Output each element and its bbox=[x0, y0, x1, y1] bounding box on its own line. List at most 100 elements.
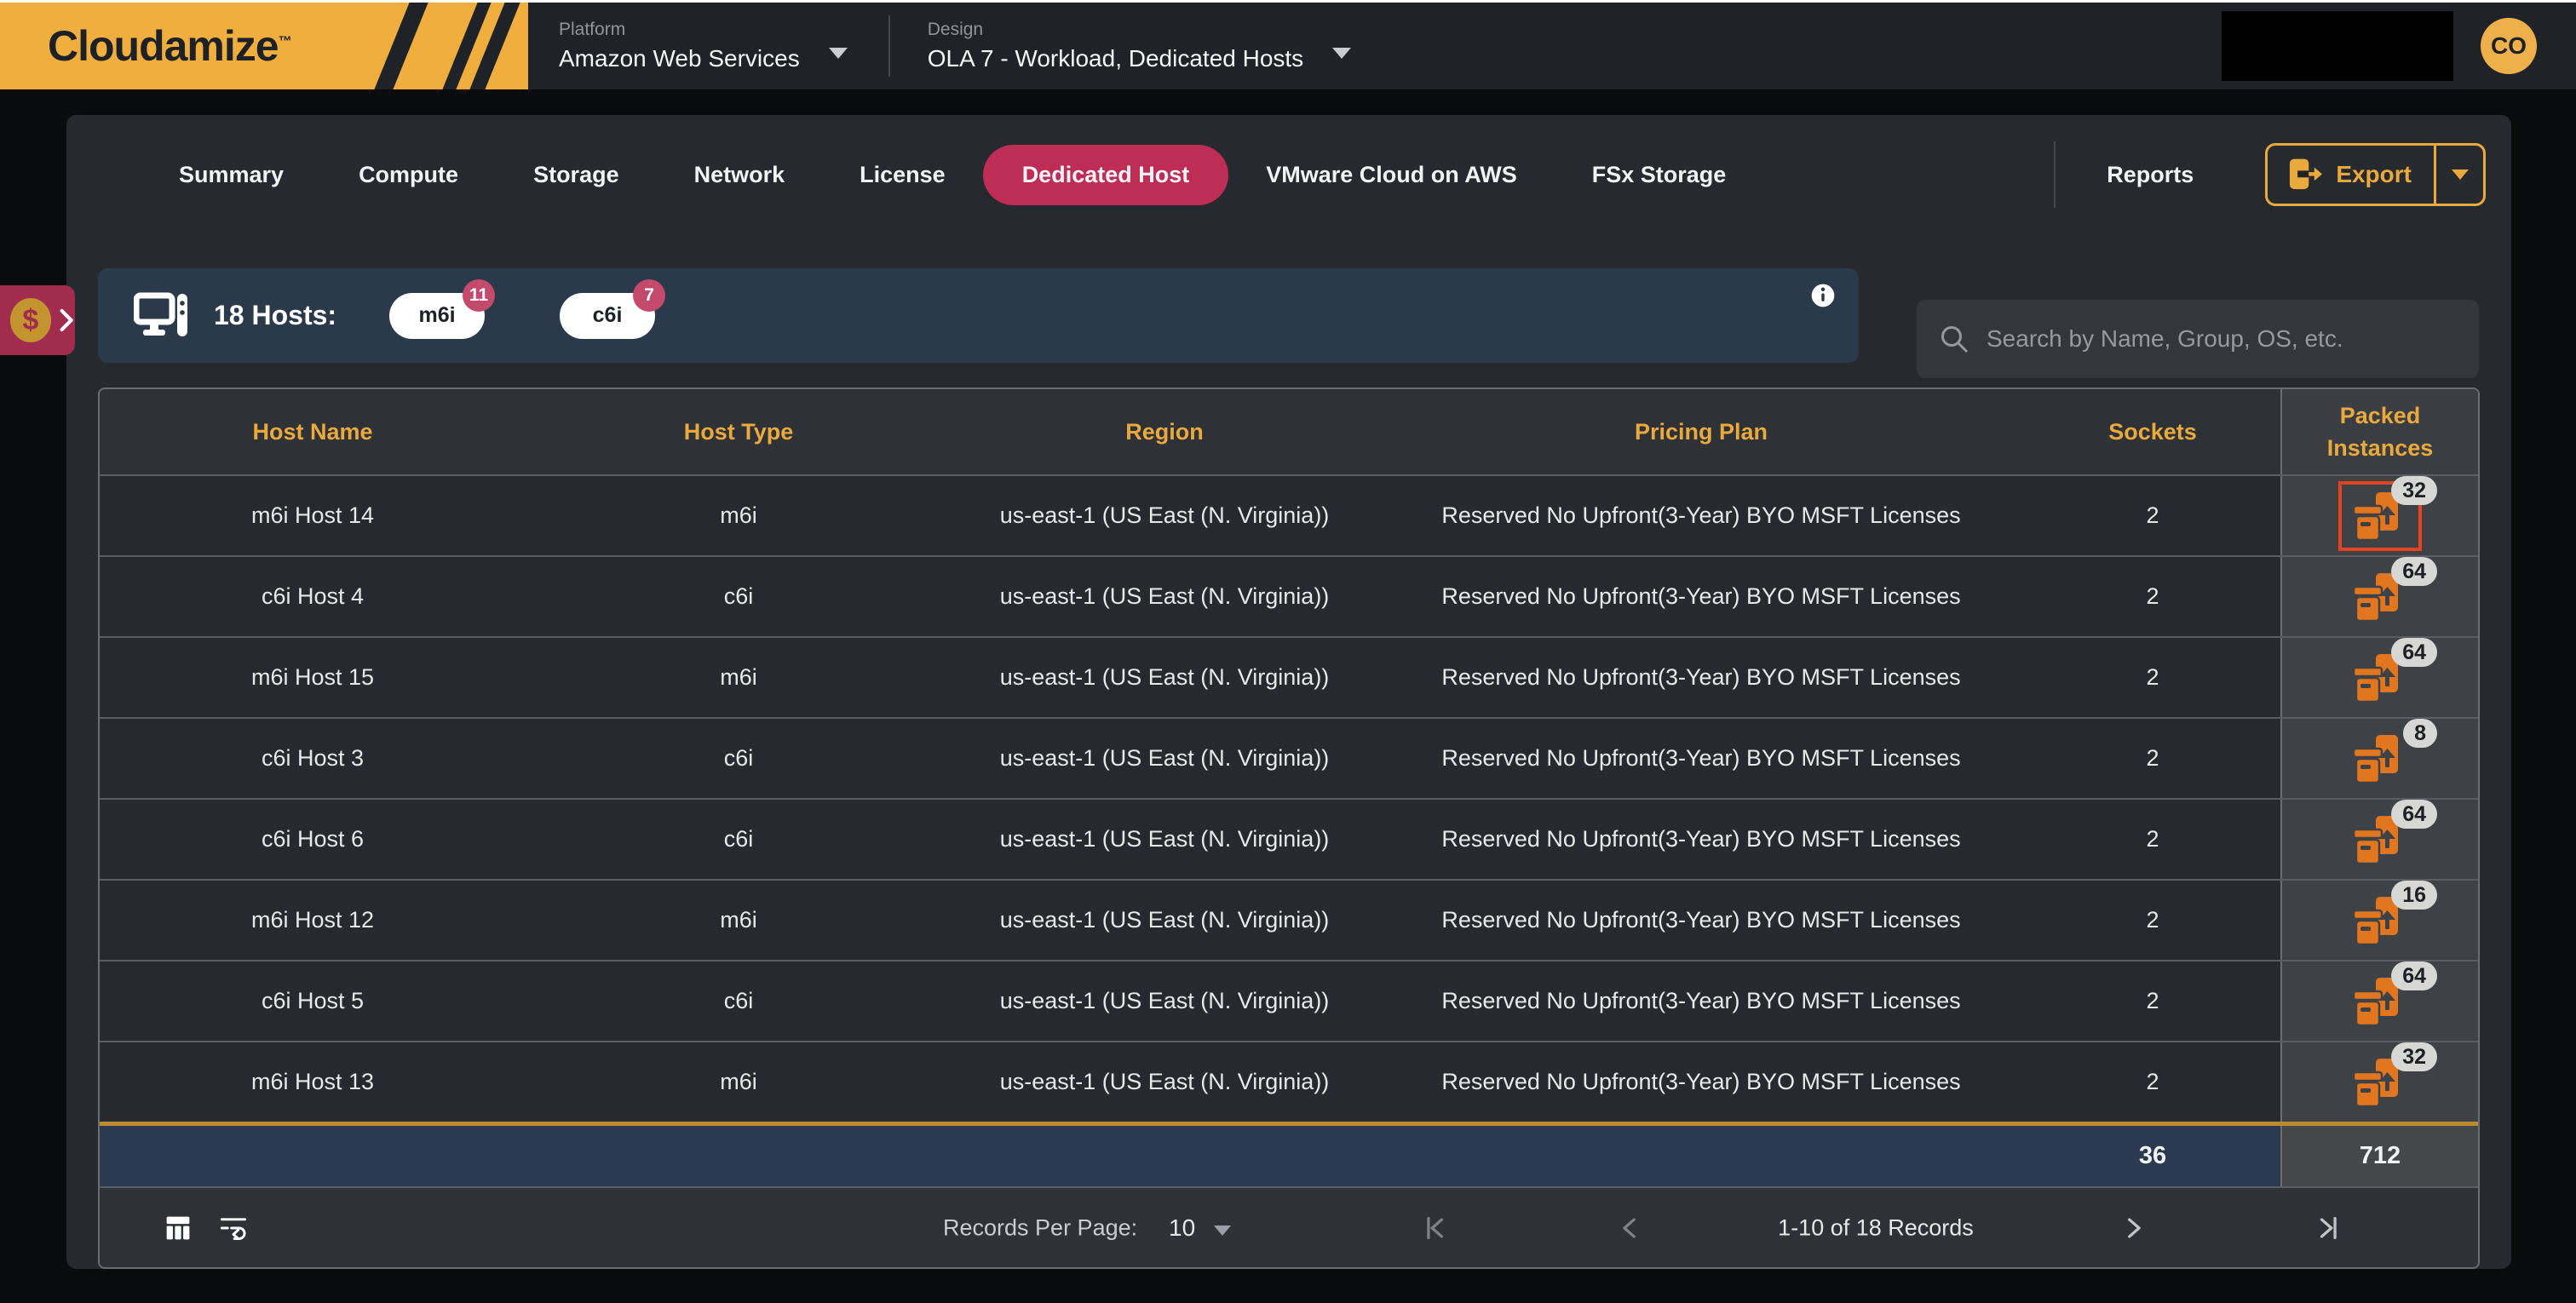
brand-logo: Cloudamize™ bbox=[0, 3, 528, 89]
column-header-sockets[interactable]: Sockets bbox=[2025, 389, 2280, 474]
cell-host-type: m6i bbox=[526, 1042, 952, 1122]
last-page-button[interactable] bbox=[2314, 1214, 2343, 1243]
cell-sockets: 2 bbox=[2025, 881, 2280, 960]
design-label: Design bbox=[928, 20, 1303, 40]
tab-fsx-storage[interactable]: FSx Storage bbox=[1555, 145, 1764, 205]
platform-caret-icon[interactable] bbox=[829, 48, 848, 59]
hosts-icon bbox=[134, 292, 190, 340]
chevron-right-icon bbox=[58, 307, 75, 334]
table-row[interactable]: c6i Host 3 c6i us-east-1 (US East (N. Vi… bbox=[100, 717, 2478, 798]
table-row[interactable]: c6i Host 5 c6i us-east-1 (US East (N. Vi… bbox=[100, 960, 2478, 1041]
export-options-toggle[interactable] bbox=[2434, 146, 2483, 204]
totals-sockets: 36 bbox=[2025, 1126, 2280, 1186]
cell-sockets: 2 bbox=[2025, 1042, 2280, 1122]
cell-region: us-east-1 (US East (N. Virginia)) bbox=[952, 1042, 1377, 1122]
cell-region: us-east-1 (US East (N. Virginia)) bbox=[952, 800, 1377, 879]
cell-sockets: 2 bbox=[2025, 719, 2280, 798]
packed-instances-button[interactable]: 64 bbox=[2343, 567, 2417, 627]
cell-host-type: c6i bbox=[526, 961, 952, 1041]
cell-host-name: m6i Host 14 bbox=[100, 476, 526, 555]
table-body: m6i Host 14 m6i us-east-1 (US East (N. V… bbox=[100, 474, 2478, 1122]
app-header: Cloudamize™ Platform Amazon Web Services… bbox=[0, 3, 2576, 89]
chip-count-badge: 11 bbox=[463, 279, 495, 312]
hosts-count-label: 18 Hosts: bbox=[214, 300, 336, 331]
cell-pricing-plan: Reserved No Upfront(3-Year) BYO MSFT Lic… bbox=[1377, 557, 2025, 636]
totals-packed-instances: 712 bbox=[2280, 1126, 2478, 1186]
cell-region: us-east-1 (US East (N. Virginia)) bbox=[952, 638, 1377, 717]
cell-host-type: c6i bbox=[526, 800, 952, 879]
column-header-host-name[interactable]: Host Name bbox=[100, 389, 526, 474]
cell-region: us-east-1 (US East (N. Virginia)) bbox=[952, 557, 1377, 636]
table-row[interactable]: m6i Host 12 m6i us-east-1 (US East (N. V… bbox=[100, 879, 2478, 960]
text-wrap-icon[interactable] bbox=[219, 1214, 248, 1243]
tab-reports[interactable]: Reports bbox=[2107, 162, 2194, 188]
records-per-page-select[interactable]: 10 bbox=[1169, 1214, 1231, 1242]
packed-instances-button[interactable]: 16 bbox=[2343, 891, 2417, 950]
packed-count-badge: 16 bbox=[2391, 881, 2437, 910]
packed-instances-button[interactable]: 64 bbox=[2343, 810, 2417, 870]
column-picker-icon[interactable] bbox=[164, 1214, 193, 1243]
window-top-edge bbox=[0, 0, 2576, 3]
cell-pricing-plan: Reserved No Upfront(3-Year) BYO MSFT Lic… bbox=[1377, 800, 2025, 879]
column-header-packed-instances[interactable]: Packed Instances bbox=[2280, 389, 2478, 474]
cost-panel-toggle[interactable]: $ bbox=[0, 285, 75, 355]
table-row[interactable]: m6i Host 14 m6i us-east-1 (US East (N. V… bbox=[100, 474, 2478, 555]
boxes-icon bbox=[2352, 734, 2408, 784]
column-header-pricing-plan[interactable]: Pricing Plan bbox=[1377, 389, 2025, 474]
cell-pricing-plan: Reserved No Upfront(3-Year) BYO MSFT Lic… bbox=[1377, 638, 2025, 717]
cell-host-type: m6i bbox=[526, 638, 952, 717]
packed-count-badge: 8 bbox=[2403, 719, 2437, 748]
chip-count-badge: 7 bbox=[633, 279, 665, 312]
table-row[interactable]: m6i Host 15 m6i us-east-1 (US East (N. V… bbox=[100, 636, 2478, 717]
cell-pricing-plan: Reserved No Upfront(3-Year) BYO MSFT Lic… bbox=[1377, 719, 2025, 798]
nav-divider bbox=[2054, 141, 2056, 208]
cell-region: us-east-1 (US East (N. Virginia)) bbox=[952, 961, 1377, 1041]
packed-count-badge: 32 bbox=[2391, 476, 2437, 505]
packed-instances-button[interactable]: 64 bbox=[2343, 972, 2417, 1031]
packed-instances-button[interactable]: 32 bbox=[2343, 1053, 2417, 1112]
tab-compute[interactable]: Compute bbox=[321, 145, 496, 205]
table-row[interactable]: c6i Host 6 c6i us-east-1 (US East (N. Vi… bbox=[100, 798, 2478, 879]
hosts-summary-bar: 18 Hosts: m6i11 c6i7 bbox=[98, 268, 1859, 363]
info-icon[interactable] bbox=[1809, 282, 1837, 313]
cell-pricing-plan: Reserved No Upfront(3-Year) BYO MSFT Lic… bbox=[1377, 476, 2025, 555]
user-avatar[interactable]: CO bbox=[2481, 18, 2537, 74]
export-button[interactable]: Export bbox=[2265, 143, 2486, 206]
nav-row: SummaryComputeStorageNetworkLicenseDedic… bbox=[66, 115, 2511, 209]
cell-host-name: m6i Host 13 bbox=[100, 1042, 526, 1122]
cell-host-type: m6i bbox=[526, 881, 952, 960]
cell-host-name: c6i Host 6 bbox=[100, 800, 526, 879]
tab-summary[interactable]: Summary bbox=[141, 145, 321, 205]
first-page-button[interactable] bbox=[1420, 1214, 1449, 1243]
design-caret-icon[interactable] bbox=[1332, 48, 1351, 59]
design-selector[interactable]: Design OLA 7 - Workload, Dedicated Hosts bbox=[928, 20, 1303, 72]
cell-host-name: c6i Host 5 bbox=[100, 961, 526, 1041]
cell-host-type: m6i bbox=[526, 476, 952, 555]
tab-dedicated-host[interactable]: Dedicated Host bbox=[983, 145, 1229, 205]
packed-instances-button[interactable]: 64 bbox=[2343, 648, 2417, 708]
tab-vmware-cloud-on-aws[interactable]: VMware Cloud on AWS bbox=[1228, 145, 1555, 205]
column-header-region[interactable]: Region bbox=[952, 389, 1377, 474]
host-type-chip-c6i[interactable]: c6i7 bbox=[560, 293, 655, 339]
dollar-icon: $ bbox=[10, 298, 51, 342]
redacted-block bbox=[2222, 11, 2453, 81]
tab-storage[interactable]: Storage bbox=[496, 145, 657, 205]
packed-instances-button[interactable]: 32 bbox=[2343, 486, 2417, 546]
search-input[interactable] bbox=[1987, 325, 2457, 353]
previous-page-button[interactable] bbox=[1616, 1214, 1645, 1243]
platform-selector[interactable]: Platform Amazon Web Services bbox=[559, 20, 800, 72]
packed-instances-button[interactable]: 8 bbox=[2343, 729, 2417, 789]
table-row[interactable]: c6i Host 4 c6i us-east-1 (US East (N. Vi… bbox=[100, 555, 2478, 636]
host-type-chip-m6i[interactable]: m6i11 bbox=[389, 293, 485, 339]
tab-network[interactable]: Network bbox=[657, 145, 823, 205]
column-header-host-type[interactable]: Host Type bbox=[526, 389, 952, 474]
next-page-button[interactable] bbox=[2119, 1214, 2148, 1243]
cell-packed-instances: 64 bbox=[2280, 638, 2478, 717]
tab-license[interactable]: License bbox=[822, 145, 983, 205]
cell-region: us-east-1 (US East (N. Virginia)) bbox=[952, 719, 1377, 798]
cell-sockets: 2 bbox=[2025, 961, 2280, 1041]
table-row[interactable]: m6i Host 13 m6i us-east-1 (US East (N. V… bbox=[100, 1041, 2478, 1122]
main-panel: SummaryComputeStorageNetworkLicenseDedic… bbox=[66, 115, 2511, 1269]
packed-count-badge: 64 bbox=[2391, 557, 2437, 586]
cell-host-name: c6i Host 4 bbox=[100, 557, 526, 636]
